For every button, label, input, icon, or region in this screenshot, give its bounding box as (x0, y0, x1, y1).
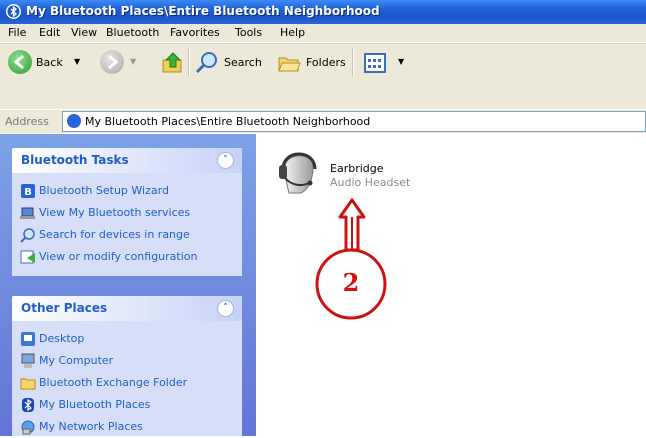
bluetooth-tasks-title: Bluetooth Tasks (21, 153, 129, 167)
forward-arrow-icon (100, 50, 124, 74)
place-label: My Network Places (39, 420, 143, 433)
toolbar: Back ▼ ▼ Search Folders ▼ (0, 43, 646, 83)
collapse-chevron-icon[interactable]: ˄ (217, 152, 234, 169)
device-name[interactable]: Earbridge (330, 162, 384, 175)
svg-text:B: B (24, 187, 32, 198)
place-label: Bluetooth Exchange Folder (39, 376, 188, 389)
back-dropdown-icon[interactable]: ▼ (74, 57, 80, 66)
other-places-title: Other Places (21, 301, 108, 315)
annotation-arrow-icon (315, 198, 387, 320)
title-bar[interactable]: My Bluetooth Places\Entire Bluetooth Nei… (0, 0, 646, 24)
place-label: Desktop (39, 332, 85, 345)
toolbar-band (0, 82, 646, 109)
forward-button[interactable]: ▼ (100, 50, 144, 76)
back-label: Back (36, 56, 63, 69)
task-label: Search for devices in range (39, 228, 190, 241)
other-places-header[interactable]: Other Places ˄ (12, 296, 242, 321)
views-dropdown-icon[interactable]: ▼ (398, 57, 404, 66)
forward-dropdown-icon[interactable]: ▼ (130, 57, 136, 66)
device-type: Audio Headset (330, 176, 411, 189)
up-folder-icon[interactable] (160, 50, 186, 76)
menu-favorites[interactable]: Favorites (170, 26, 220, 39)
network-places-icon (20, 419, 36, 435)
menu-tools[interactable]: Tools (235, 26, 262, 39)
menu-edit[interactable]: Edit (39, 26, 60, 39)
address-label: Address (5, 115, 49, 128)
other-places-panel: Other Places ˄ Desktop My Computer Bluet… (12, 296, 242, 436)
views-icon (362, 50, 388, 79)
explorer-window: My Bluetooth Places\Entire Bluetooth Nei… (0, 0, 646, 436)
menu-bar: File Edit View Bluetooth Favorites Tools… (0, 24, 646, 43)
folders-label: Folders (306, 56, 346, 69)
address-value: My Bluetooth Places\Entire Bluetooth Nei… (85, 115, 371, 128)
search-icon (194, 50, 220, 79)
headset-icon[interactable] (275, 145, 323, 201)
computer-icon (20, 353, 36, 369)
menu-file[interactable]: File (8, 26, 26, 39)
folders-icon (276, 50, 302, 79)
laptop-services-icon (20, 205, 36, 221)
bluetooth-wizard-icon: B (20, 183, 36, 199)
place-label: My Bluetooth Places (39, 398, 151, 411)
task-pane: Bluetooth Tasks ˄ B Bluetooth Setup Wiza… (0, 134, 256, 436)
toolbar-separator (352, 48, 354, 76)
toolbar-separator (188, 48, 190, 76)
collapse-chevron-icon[interactable]: ˄ (217, 300, 234, 317)
address-field[interactable]: My Bluetooth Places\Entire Bluetooth Nei… (62, 111, 646, 132)
menu-help[interactable]: Help (280, 26, 305, 39)
search-label: Search (224, 56, 262, 69)
menu-view[interactable]: View (71, 26, 97, 39)
annotation-number: 2 (342, 268, 360, 297)
bluetooth-tasks-panel: Bluetooth Tasks ˄ B Bluetooth Setup Wiza… (12, 148, 242, 276)
configuration-icon (20, 249, 36, 265)
task-label: View My Bluetooth services (39, 206, 191, 219)
back-arrow-icon (8, 50, 32, 74)
task-label: Bluetooth Setup Wizard (39, 184, 169, 197)
menu-bluetooth[interactable]: Bluetooth (106, 26, 159, 39)
search-button[interactable]: Search (194, 50, 264, 76)
bluetooth-icon (20, 397, 36, 413)
magnifier-icon (20, 227, 36, 243)
address-bar: Address My Bluetooth Places\Entire Bluet… (0, 110, 646, 133)
views-button[interactable]: ▼ (362, 50, 410, 76)
folders-button[interactable]: Folders (276, 50, 346, 76)
bluetooth-app-icon (6, 4, 21, 19)
folder-icon (20, 375, 36, 391)
bluetooth-tasks-header[interactable]: Bluetooth Tasks ˄ (12, 148, 242, 173)
window-title: My Bluetooth Places\Entire Bluetooth Nei… (26, 4, 380, 18)
desktop-icon (20, 331, 36, 347)
task-label: View or modify configuration (39, 250, 198, 263)
place-label: My Computer (39, 354, 114, 367)
bluetooth-places-icon (67, 114, 81, 128)
back-button[interactable]: Back ▼ (8, 50, 88, 76)
